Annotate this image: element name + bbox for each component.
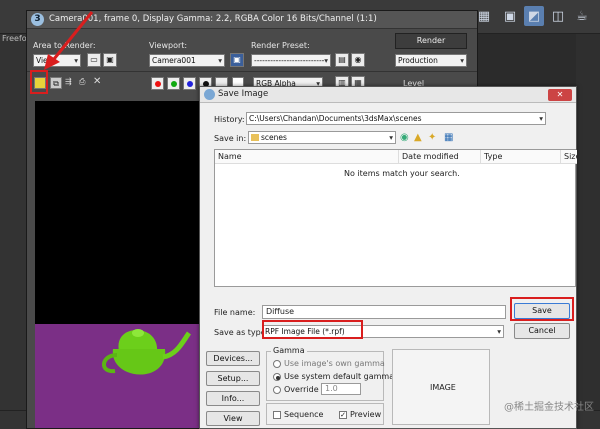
gamma-system-label: Use system default gamma: [284, 372, 395, 381]
render-setup-icon[interactable]: ▤: [335, 53, 349, 67]
image-preview-box: IMAGE: [392, 349, 490, 425]
render-button[interactable]: Render: [395, 33, 467, 49]
col-type[interactable]: Type: [481, 150, 561, 164]
filename-input[interactable]: Diffuse: [262, 305, 506, 319]
annotation-arrow: [44, 11, 94, 70]
dialog-title: Save Image: [218, 89, 269, 99]
info-button[interactable]: Info...: [206, 391, 260, 406]
empty-message: No items match your search.: [344, 169, 460, 178]
view-menu-icon[interactable]: ▦: [444, 132, 453, 143]
green-channel-toggle[interactable]: [167, 77, 180, 90]
highlight-savetype: [262, 320, 363, 339]
filename-label: File name:: [214, 308, 256, 317]
back-icon[interactable]: ◉: [400, 132, 409, 143]
mode-select[interactable]: Production: [395, 54, 467, 67]
preview-label: Preview: [350, 410, 382, 419]
clear-icon[interactable]: ✕: [93, 76, 101, 87]
viewport-label: Viewport:: [149, 41, 188, 50]
override-value-input[interactable]: 1.0: [321, 383, 361, 395]
render-canvas: [35, 101, 213, 428]
print-image-icon[interactable]: ⎙: [79, 77, 85, 87]
teapot-image: [102, 329, 192, 375]
folder-icon: [251, 134, 259, 141]
savein-select[interactable]: scenes: [248, 131, 396, 144]
red-channel-toggle[interactable]: [151, 77, 164, 90]
image-label: IMAGE: [430, 383, 456, 392]
savein-label: Save in:: [214, 134, 247, 143]
render-icon[interactable]: ◩: [524, 6, 544, 26]
material-editor-icon[interactable]: ◫: [548, 6, 568, 26]
setup-button[interactable]: Setup...: [206, 371, 260, 386]
cancel-button[interactable]: Cancel: [514, 323, 570, 339]
preset-label: Render Preset:: [251, 41, 310, 50]
render-frame-icon[interactable]: ▣: [500, 6, 520, 26]
gamma-own-label: Use image's own gamma: [284, 359, 385, 368]
right-panel-strip: [576, 34, 600, 429]
gamma-group: Gamma Use image's own gamma Use system d…: [266, 346, 394, 401]
auto-region-icon[interactable]: ▣: [103, 53, 117, 67]
sequence-checkbox[interactable]: [273, 411, 281, 419]
lock-viewport-icon[interactable]: ▣: [230, 53, 244, 67]
blue-channel-toggle[interactable]: [183, 77, 196, 90]
clone-frame-icon[interactable]: ⇶: [65, 77, 72, 86]
teapot-icon[interactable]: ☕: [572, 6, 592, 26]
highlight-save-button: [510, 297, 574, 321]
col-size[interactable]: Size: [561, 150, 577, 164]
gamma-system-radio[interactable]: [273, 373, 281, 381]
environment-icon[interactable]: ◉: [351, 53, 365, 67]
gamma-label: Gamma: [271, 346, 307, 355]
sequence-label: Sequence: [284, 410, 324, 419]
preview-checkbox[interactable]: ✓: [339, 411, 347, 419]
up-folder-icon[interactable]: ▲: [414, 132, 422, 143]
dialog-titlebar: Save Image ✕: [200, 87, 576, 103]
history-select[interactable]: C:\Users\Chandan\Documents\3dsMax\scenes: [246, 112, 546, 125]
options-group: Sequence ✓ Preview: [266, 403, 384, 425]
new-folder-icon[interactable]: ✦: [428, 132, 436, 143]
devices-button[interactable]: Devices...: [206, 351, 260, 366]
watermark-text: @稀土掘金技术社区: [504, 402, 594, 413]
highlight-save-icon: [30, 70, 48, 94]
col-name[interactable]: Name: [215, 150, 399, 164]
file-list[interactable]: Name Date modified Type Size No items ma…: [214, 149, 577, 287]
copy-image-icon[interactable]: ⧉: [50, 77, 62, 89]
close-icon[interactable]: ✕: [548, 89, 572, 101]
viewport-select[interactable]: Camera001: [149, 54, 225, 67]
savetype-label: Save as type:: [214, 328, 269, 337]
history-label: History:: [214, 115, 245, 124]
col-date-modified[interactable]: Date modified: [399, 150, 481, 164]
gamma-override-radio[interactable]: [273, 386, 281, 394]
preset-select[interactable]: --------------------------: [251, 54, 331, 67]
save-image-dialog: Save Image ✕ History: C:\Users\Chandan\D…: [199, 86, 577, 429]
gamma-override-label: Override: [284, 385, 319, 394]
dialog-app-icon: [204, 89, 215, 100]
gamma-own-radio[interactable]: [273, 360, 281, 368]
view-button[interactable]: View: [206, 411, 260, 426]
